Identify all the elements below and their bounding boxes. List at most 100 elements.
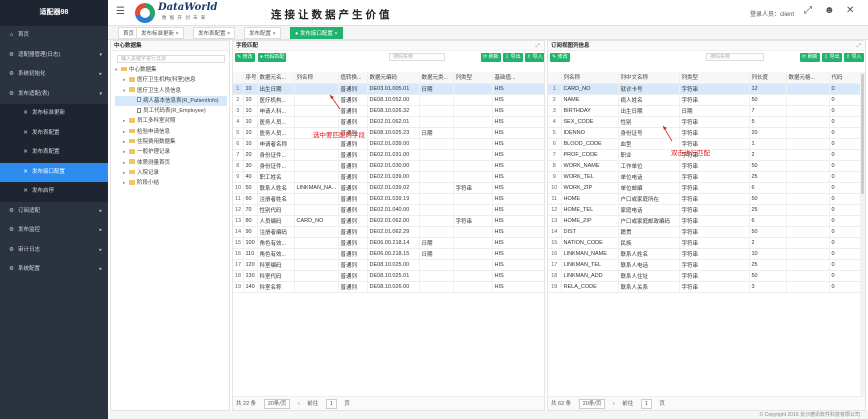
table-row[interactable]: 5 10 医务人员... 普通列 DE08.10.025.23 日期 HIS	[233, 127, 544, 139]
tree-node[interactable]: ▸ 一般护理记录	[115, 147, 227, 157]
table-row[interactable]: 18 130 科室代码 普通列 DE08.10.025.01 HIS	[233, 270, 544, 282]
table-row[interactable]: 11 60 注册者姓名 普通列 DE02.01.039.19 HIS	[233, 193, 544, 205]
tree-node[interactable]: ▸ 入院记录	[115, 168, 227, 178]
table-row[interactable]: 3 10 申请人科... 普通列 DE08.10.026.32 HIS	[233, 105, 544, 117]
table-row[interactable]: 9 WORK_TEL 单位电话 字符串 25 0	[548, 171, 865, 183]
pager-page-input[interactable]: 1	[325, 399, 337, 409]
table-row[interactable]: 13 HOME_ZIP 户口或家庭邮政编码 字符串 6 0	[548, 215, 865, 227]
refresh-button[interactable]: ⟳ 刷新	[800, 53, 820, 62]
table-row[interactable]: 16 110 角色有效... 普通列 DE06.00.218.15 日期 HIS	[233, 248, 544, 260]
table-row[interactable]: 18 LINKMAN_ADD 联系人住址 字符串 50 0	[548, 270, 865, 282]
table-row[interactable]: 17 LINKMAN_TEL 联系人电话 字符串 25 0	[548, 259, 865, 271]
table-row[interactable]: 13 80 人员编码 CARD_NO 普通列 DE02.01.062.00 字符串 HIS	[233, 215, 544, 227]
table-row[interactable]: 19 140 科室名称 普通列 DE08.10.026.00 HIS	[233, 281, 544, 293]
table-row[interactable]: 10 WORK_ZIP 单位邮编 字符串 6 0	[548, 182, 865, 194]
tree-node[interactable]: ▸ 员工多科室对照	[115, 116, 227, 126]
sidebar-item-4[interactable]: ✕ 发布标准更新	[0, 104, 108, 124]
table-row[interactable]: 6 10 申请者名称 普通列 DE02.01.039.00 HIS	[233, 138, 544, 150]
tree-node[interactable]: ▾ 中心数据集	[115, 65, 227, 75]
tree-node[interactable]: ▸ 体质测量首页	[115, 158, 227, 168]
column-header[interactable]: 数据元类...	[419, 72, 454, 84]
table-scrollbar[interactable]	[860, 72, 865, 398]
column-header[interactable]	[548, 72, 562, 84]
edit-button[interactable]: ✎ 修改	[550, 53, 570, 62]
import-button[interactable]: ⇧ 导入	[844, 53, 864, 62]
table-row[interactable]: 5 IDENNO 身份证号 字符串 20 0	[548, 127, 865, 139]
field-search-input[interactable]: 搜码实称	[389, 53, 445, 61]
close-icon[interactable]: ✕	[846, 6, 854, 16]
table-row[interactable]: 14 90 注册者编码 普通列 DE02.01.062.29 HIS	[233, 226, 544, 238]
edit-button[interactable]: ✎ 修改	[235, 53, 255, 62]
table-row[interactable]: 9 40 职工姓名 普通列 DE02.01.039.00 HIS	[233, 171, 544, 183]
sidebar-item-9[interactable]: ⚙ 订阅适配 ▸	[0, 202, 108, 222]
column-header[interactable]: 数据元编码	[367, 72, 420, 84]
table-row[interactable]: 11 HOME 户口或家庭所在 字符串 50 0	[548, 193, 865, 205]
tab-publish-table-config[interactable]: 发布表配置 ×	[193, 27, 236, 39]
table-row[interactable]: 15 100 角色有效... 普通列 DE06.00.218.14 日期 HIS	[233, 237, 544, 249]
table-row[interactable]: 7 20 身份证件... 普通列 DE02.01.031.00 HIS	[233, 149, 544, 161]
page-size-select[interactable]: 20条/页	[263, 399, 291, 409]
sidebar-item-0[interactable]: ⌂ 首页	[0, 26, 108, 46]
table-row[interactable]: 12 70 性别代码 普通列 DE02.01.040.00 HIS	[233, 204, 544, 216]
table-row[interactable]: 16 LINKMAN_NAME 联系人姓名 字符串 10 0	[548, 248, 865, 260]
sidebar-item-2[interactable]: ⚙ 系统初始化 ▸	[0, 65, 108, 85]
table-row[interactable]: 4 10 医务人员... 普通列 DE02.01.062.01 HIS	[233, 116, 544, 128]
sidebar-item-5[interactable]: ✕ 发布表配置	[0, 123, 108, 143]
table-row[interactable]: 8 30 身份证件... 普通列 DE02.01.030.00 HIS	[233, 160, 544, 172]
table-row[interactable]: 17 120 科室编码 普通列 DE08.10.025.00 HIS	[233, 259, 544, 271]
table-row[interactable]: 2 NAME 病人姓名 字符串 50 0	[548, 94, 865, 106]
tab-publish-standard-update[interactable]: 发布标准更新 ×	[136, 27, 184, 39]
column-header[interactable]: 序号	[243, 72, 258, 84]
pager-prev[interactable]: ‹	[613, 397, 615, 410]
sidebar-item-11[interactable]: ⚙ 审计日志 ▸	[0, 241, 108, 261]
sidebar-item-6[interactable]: ✕ 发布表配置	[0, 143, 108, 163]
menu-toggle-icon[interactable]: ☰	[116, 7, 125, 17]
tree-search-input[interactable]: 输入关键字进行过滤	[117, 55, 225, 63]
pager-page-input[interactable]: 1	[640, 399, 652, 409]
expand-icon[interactable]: ⤢	[857, 41, 861, 51]
column-header[interactable]: 基础值...	[492, 72, 544, 84]
tree-node[interactable]: ▾ 医疗卫生人员信息	[115, 86, 227, 96]
fullscreen-icon[interactable]: ⤢	[804, 6, 812, 16]
column-header[interactable]: 列类型	[453, 72, 493, 84]
code-match-button[interactable]: ● 代码匹配	[258, 53, 287, 62]
column-header[interactable]	[233, 72, 244, 84]
column-header[interactable]: 数据元名...	[257, 72, 295, 84]
tab-publish-interface-config[interactable]: ● 发布接口配置 ×	[290, 27, 343, 39]
import-button[interactable]: ⇧ 导入	[525, 53, 544, 62]
page-size-select[interactable]: 20条/页	[578, 399, 606, 409]
table-row[interactable]: 4 SEX_CODE 性别 字符串 5 0	[548, 116, 865, 128]
export-button[interactable]: ⇩ 导出	[822, 53, 842, 62]
table-row[interactable]: 8 WORK_NAME 工作单位 字符串 50 0	[548, 160, 865, 172]
column-header[interactable]: 数据元格...	[786, 72, 830, 84]
tab-publish-config[interactable]: 发布配置 ×	[244, 27, 281, 39]
sidebar-item-12[interactable]: ⚙ 系统配置 ▸	[0, 260, 108, 280]
tree-node[interactable]: ▸ 检验申请信息	[115, 127, 227, 137]
tree-node[interactable]: ▸ 住院费用数据集	[115, 137, 227, 147]
tree-node[interactable]: ▸ 阶段小结	[115, 178, 227, 188]
export-button[interactable]: ⇩ 导出	[503, 53, 523, 62]
column-header[interactable]: 列类型	[679, 72, 750, 84]
user-icon[interactable]: ☻	[824, 6, 835, 16]
table-row[interactable]: 2 10 医疗机构... 普通列 DE08.10.052.00 HIS	[233, 94, 544, 106]
tree-node[interactable]: 员工代码表(R_Employee)	[115, 106, 227, 116]
column-header[interactable]: 值转换...	[338, 72, 368, 84]
sidebar-item-10[interactable]: ⚙ 发布监控 ▸	[0, 221, 108, 241]
column-header[interactable]: 列长度	[749, 72, 787, 84]
sidebar-item-8[interactable]: ✕ 发布启停	[0, 182, 108, 202]
table-row[interactable]: 12 HOME_TEL 家庭电话 字符串 25 0	[548, 204, 865, 216]
table-row[interactable]: 14 DIST 籍贯 字符串 50 0	[548, 226, 865, 238]
column-header[interactable]: 列中文名称	[618, 72, 680, 84]
table-row[interactable]: 10 50 联系人姓名 LINKMAN_NA... 普通列 DE02.01.039.02 字…	[233, 182, 544, 194]
refresh-button[interactable]: ⟳ 刷新	[481, 53, 501, 62]
table-row[interactable]: 19 RELA_CODE 联系人关系 字符串 3 0	[548, 281, 865, 293]
tree-node[interactable]: ▸ 医疗卫生机构(科室)信息	[115, 75, 227, 85]
column-header[interactable]: 列名称	[561, 72, 619, 84]
table-row[interactable]: 1 CARD_NO 就诊卡号 字符串 12 0	[548, 83, 865, 95]
sidebar-item-1[interactable]: ⚙ 适配器管理(日志) ▾	[0, 46, 108, 66]
column-search-input[interactable]: 搜码实称	[706, 53, 764, 61]
expand-icon[interactable]: ⤢	[536, 41, 540, 51]
sidebar-item-3[interactable]: ⚙ 发布适配(表) ▾	[0, 85, 108, 105]
table-row[interactable]: 3 BIRTHDAY 出生日期 日期 7 0	[548, 105, 865, 117]
sidebar-item-7[interactable]: ✕ 发布接口配置	[0, 162, 108, 182]
